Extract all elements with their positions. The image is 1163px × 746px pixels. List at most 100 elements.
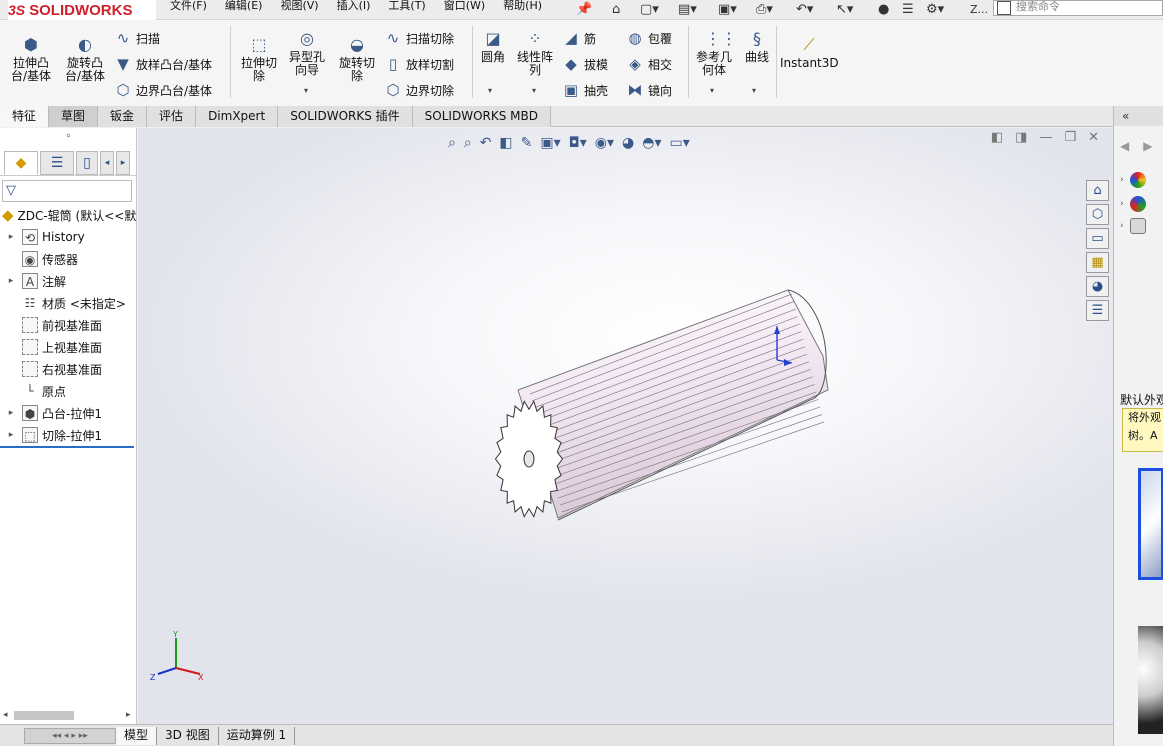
expand-arrow-icon[interactable]: ▸ <box>6 276 16 286</box>
tab-solidworks-mbd[interactable]: SOLIDWORKS MBD <box>412 106 551 127</box>
3d-parts-icon[interactable]: ⬡ <box>1086 204 1109 225</box>
collapse-pane-icon[interactable]: « <box>1114 106 1163 126</box>
linear-pattern-button[interactable]: ⁘ 线性阵 列 <box>512 30 558 77</box>
menu-insert[interactable]: 插入(I) <box>337 0 371 16</box>
tab-solidworks-addins[interactable]: SOLIDWORKS 插件 <box>278 106 413 127</box>
tab-dimxpert[interactable]: DimXpert <box>196 106 279 127</box>
z-dropdown[interactable]: Z... <box>970 0 988 18</box>
tab-navigation-arrows[interactable]: ◂◂ ◂ ▸ ▸▸ <box>24 727 116 744</box>
appearance-swatch-selected[interactable] <box>1138 468 1163 580</box>
save-icon[interactable]: ▣▾ <box>718 0 737 18</box>
hole-wizard-button[interactable]: ◎ 异型孔 向导 <box>284 30 330 77</box>
scenes-folder[interactable]: › <box>1120 194 1163 214</box>
custom-properties-icon[interactable]: ☰ <box>1086 300 1109 321</box>
appearances-icon[interactable]: ◕ <box>1086 276 1109 297</box>
menu-edit[interactable]: 编辑(E) <box>225 0 263 16</box>
menu-window[interactable]: 窗口(W) <box>444 0 485 16</box>
reference-geometry-button[interactable]: ⋮⋮ 参考几 何体 <box>692 30 737 77</box>
revolve-boss-button[interactable]: ◐ 旋转凸 台/基体 <box>60 36 110 83</box>
graphics-area[interactable]: ⌕ ⌕ ↶ ◧ ✎ ▣▾ ◘▾ ◉▾ ◕ ◓▾ ▭▾ ◧ ◨ — ❐ ✕ Y X… <box>138 128 1113 726</box>
menu-help[interactable]: 帮助(H) <box>503 0 542 16</box>
tab-scroll-right-icon[interactable]: ▸ <box>116 150 130 175</box>
intersect-button[interactable]: ◈ 相交 <box>626 55 672 73</box>
shell-button[interactable]: ▣ 抽壳 <box>562 81 608 99</box>
tree-item-top-plane[interactable]: 上视基准面 <box>0 336 137 358</box>
property-manager-tab-icon[interactable]: ☰ <box>40 150 74 175</box>
expand-arrow-icon[interactable]: › <box>1120 221 1124 231</box>
scroll-right-icon[interactable]: ▸ <box>126 710 131 720</box>
tab-features[interactable]: 特征 <box>0 106 50 127</box>
view-palette-icon[interactable]: ▦ <box>1086 252 1109 273</box>
extrude-cut-button[interactable]: ⬚ 拉伸切 除 <box>236 36 282 83</box>
tree-item-origin[interactable]: └ 原点 <box>0 380 137 402</box>
appearances-folder[interactable]: › <box>1120 170 1163 190</box>
file-explorer-icon[interactable]: ▭ <box>1086 228 1109 249</box>
tab-motion-study-1[interactable]: 运动算例 1 <box>219 726 296 745</box>
hole-wizard-dropdown-arrow[interactable]: ▾ <box>304 86 308 95</box>
file-properties-icon[interactable]: ☰ <box>902 0 914 18</box>
tree-item-boss-extrude1[interactable]: ▸ ⬢ 凸台-拉伸1 <box>0 402 137 424</box>
linear-pattern-dropdown-arrow[interactable]: ▾ <box>532 86 536 95</box>
tab-model[interactable]: 模型 <box>116 726 158 745</box>
tab-scroll-left-icon[interactable]: ◂ <box>100 150 114 175</box>
rollback-bar[interactable] <box>0 446 134 448</box>
tree-item-front-plane[interactable]: 前视基准面 <box>0 314 137 336</box>
solidworks-logo[interactable]: 3S SOLIDWORKS <box>8 0 156 20</box>
options-gear-icon[interactable]: ⚙▾ <box>926 0 944 18</box>
reference-geometry-dropdown-arrow[interactable]: ▾ <box>710 86 714 95</box>
draft-button[interactable]: ◆ 拔模 <box>562 55 608 73</box>
open-document-icon[interactable]: ▤▾ <box>678 0 697 18</box>
expand-arrow-icon[interactable]: ▸ <box>6 232 16 242</box>
new-document-icon[interactable]: ▢▾ <box>640 0 659 18</box>
swept-cut-button[interactable]: ∿ 扫描切除 <box>384 29 454 47</box>
wrap-button[interactable]: ◍ 包覆 <box>626 29 672 47</box>
tree-item-cut-extrude1[interactable]: ▸ ⬚ 切除-拉伸1 <box>0 424 137 446</box>
boundary-boss-button[interactable]: ⬡ 边界凸台/基体 <box>114 81 212 99</box>
tree-item-material[interactable]: ☷ 材质 <未指定> <box>0 292 137 314</box>
tree-item-annotations[interactable]: ▸ A 注解 <box>0 270 137 292</box>
revolve-cut-button[interactable]: ◒ 旋转切 除 <box>334 36 380 83</box>
loft-boss-button[interactable]: ▼ 放样凸台/基体 <box>114 55 212 73</box>
curves-dropdown-arrow[interactable]: ▾ <box>752 86 756 95</box>
forward-icon[interactable]: ▶ <box>1143 139 1152 153</box>
menu-view[interactable]: 视图(V) <box>280 0 318 16</box>
expand-arrow-icon[interactable]: ▸ <box>6 408 16 418</box>
extrude-boss-button[interactable]: ⬢ 拉伸凸 台/基体 <box>6 36 56 83</box>
select-cursor-icon[interactable]: ↖▾ <box>836 0 853 18</box>
roller-3d-model[interactable] <box>138 128 1113 726</box>
tree-horizontal-scrollbar[interactable]: ◂ ▸ <box>0 708 137 724</box>
tree-item-history[interactable]: ▸ ⟲ History <box>0 226 137 248</box>
expand-arrow-icon[interactable]: ▸ <box>6 430 16 440</box>
rebuild-icon[interactable]: ● <box>878 0 889 18</box>
tree-item-right-plane[interactable]: 右视基准面 <box>0 358 137 380</box>
lofted-cut-button[interactable]: ▯ 放样切割 <box>384 55 454 73</box>
tree-item-sensors[interactable]: ◉ 传感器 <box>0 248 137 270</box>
expand-arrow-icon[interactable]: › <box>1120 175 1124 185</box>
scroll-thumb[interactable] <box>14 711 74 720</box>
home-icon[interactable]: ⌂ <box>612 0 620 18</box>
sweep-button[interactable]: ∿ 扫描 <box>114 29 160 47</box>
undo-icon[interactable]: ↶▾ <box>796 0 813 18</box>
tab-evaluate[interactable]: 评估 <box>147 106 197 127</box>
menu-tools[interactable]: 工具(T) <box>388 0 425 16</box>
curves-button[interactable]: § 曲线 <box>740 30 774 64</box>
tree-filter-input[interactable]: ▽ <box>2 180 132 202</box>
expand-arrow-icon[interactable]: › <box>1120 199 1124 209</box>
back-icon[interactable]: ◀ <box>1120 139 1129 153</box>
tab-sheet-metal[interactable]: 钣金 <box>98 106 148 127</box>
search-commands-input[interactable]: 搜索命令 <box>993 0 1163 16</box>
appearance-swatch[interactable] <box>1138 626 1163 734</box>
tab-sketch[interactable]: 草图 <box>49 106 99 127</box>
decals-folder[interactable]: › <box>1120 216 1163 236</box>
print-icon[interactable]: ⎙▾ <box>756 0 773 18</box>
fillet-button[interactable]: ◪ 圆角 <box>476 30 510 64</box>
scroll-left-icon[interactable]: ◂ <box>3 710 8 720</box>
feature-manager-tab-icon[interactable]: ◆ <box>4 150 38 175</box>
panel-grip-handle[interactable]: ⚬ <box>0 128 137 148</box>
tab-3d-views[interactable]: 3D 视图 <box>157 726 219 745</box>
menu-file[interactable]: 文件(F) <box>170 0 207 16</box>
instant3d-button[interactable]: ⟋ Instant3D <box>780 36 839 70</box>
boundary-cut-button[interactable]: ⬡ 边界切除 <box>384 81 454 99</box>
pin-icon[interactable]: 📌 <box>576 0 592 18</box>
rib-button[interactable]: ◢ 筋 <box>562 29 596 47</box>
